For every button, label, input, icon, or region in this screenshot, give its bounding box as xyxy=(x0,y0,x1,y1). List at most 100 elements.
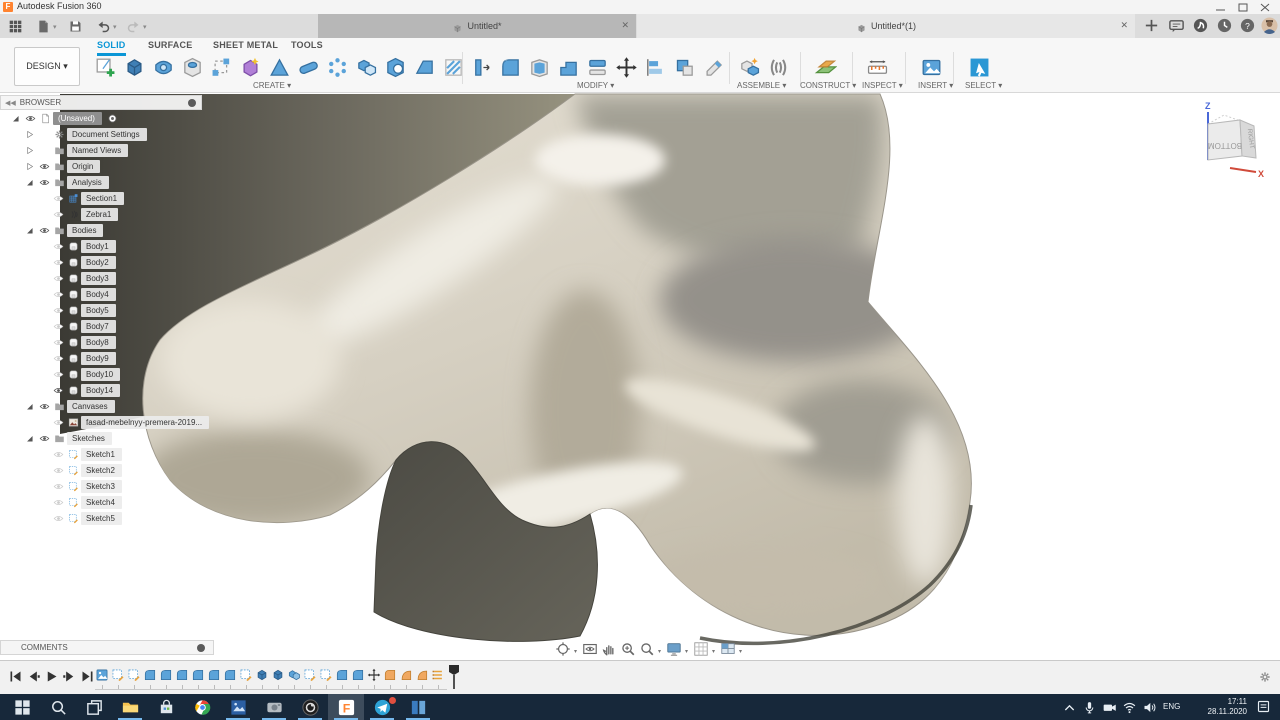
visibility-eye-icon-off[interactable] xyxy=(51,464,66,477)
job-status-icon[interactable] xyxy=(1216,17,1233,34)
shell-tool[interactable] xyxy=(526,54,553,81)
tree-expanded-arrow-icon[interactable] xyxy=(8,112,23,125)
timeline-settings-gear-icon[interactable] xyxy=(1258,670,1272,684)
visibility-eye-icon-off[interactable] xyxy=(51,480,66,493)
physical-material-tool[interactable] xyxy=(671,54,698,81)
layout-grid-caret[interactable]: ▾ xyxy=(712,648,715,655)
visibility-eye-icon-off[interactable] xyxy=(51,304,66,317)
measure-tool[interactable] xyxy=(864,54,891,81)
tree-item-bodies[interactable]: Bodies xyxy=(0,222,208,238)
timeline-feature-fillet[interactable] xyxy=(351,668,365,682)
timeline-feature-sketch[interactable] xyxy=(127,668,141,682)
tree-item-body7[interactable]: Body7 xyxy=(0,318,208,334)
visibility-eye-icon-off[interactable] xyxy=(51,336,66,349)
tree-item-body10[interactable]: Body10 xyxy=(0,366,208,382)
group-label-select[interactable]: SELECT ▾ xyxy=(965,81,1002,90)
timeline-feature-sketch[interactable] xyxy=(111,668,125,682)
tree-item-sketches[interactable]: Sketches xyxy=(0,430,208,446)
app-grid-icon[interactable] xyxy=(8,19,23,34)
ribbon-tab-sheetmetal[interactable]: SHEET METAL xyxy=(213,40,278,52)
timeline-feature-fillet[interactable] xyxy=(335,668,349,682)
workspace-switcher[interactable]: DESIGN ▾ xyxy=(14,47,80,86)
close-button[interactable] xyxy=(1258,3,1272,12)
tree-collapsed-arrow-icon[interactable] xyxy=(22,128,37,141)
combine-step-tool[interactable] xyxy=(555,54,582,81)
viewcube[interactable]: Z X BOTTOM RIGHT xyxy=(1182,98,1266,182)
tree-expanded-arrow-icon[interactable] xyxy=(22,176,37,189)
group-label-construct[interactable]: CONSTRUCT ▾ xyxy=(800,81,856,90)
pipe-tool[interactable] xyxy=(295,54,322,81)
language-indicator[interactable]: ENG xyxy=(1163,702,1180,711)
tree-expanded-arrow-icon[interactable] xyxy=(22,400,37,413)
tree-item-origin[interactable]: Origin xyxy=(0,158,208,174)
zoom-icon[interactable] xyxy=(620,641,636,657)
tree-item-sketch4[interactable]: Sketch4 xyxy=(0,494,208,510)
timeline-feature-fillet[interactable] xyxy=(175,668,189,682)
visibility-eye-icon-off[interactable] xyxy=(51,320,66,333)
collapse-panel-icon[interactable]: ◀◀ xyxy=(5,99,16,107)
tree-collapsed-arrow-icon[interactable] xyxy=(22,144,37,157)
new-tab-icon[interactable] xyxy=(1143,17,1160,34)
window-zoom-caret[interactable]: ▾ xyxy=(658,648,661,655)
task-view-taskbar-icon[interactable] xyxy=(76,694,112,720)
redo-caret[interactable]: ▾ xyxy=(143,23,147,31)
step-forward-icon[interactable] xyxy=(62,669,77,684)
tree-item-sketch2[interactable]: Sketch2 xyxy=(0,462,208,478)
pan-icon[interactable] xyxy=(601,641,617,657)
timeline-feature-sketch[interactable] xyxy=(239,668,253,682)
new-component-tool[interactable] xyxy=(736,54,763,81)
comments-panel-header[interactable]: COMMENTS xyxy=(0,640,214,655)
align-tool[interactable] xyxy=(642,54,669,81)
tab-1-close-icon[interactable]: ✕ xyxy=(621,20,629,31)
press-pull-tool[interactable] xyxy=(468,54,495,81)
tree-item-named-views[interactable]: Named Views xyxy=(0,142,208,158)
joint-tool[interactable] xyxy=(765,54,792,81)
visibility-eye-icon-off[interactable] xyxy=(51,448,66,461)
visibility-eye-icon-off[interactable] xyxy=(51,272,66,285)
file-explorer-taskbar-icon[interactable] xyxy=(112,694,148,720)
store-taskbar-icon[interactable] xyxy=(148,694,184,720)
timeline-feature-fillet[interactable] xyxy=(191,668,205,682)
tree-item-sketch3[interactable]: Sketch3 xyxy=(0,478,208,494)
go-end-icon[interactable] xyxy=(80,669,95,684)
tree-collapsed-arrow-icon[interactable] xyxy=(22,160,37,173)
timeline-marker[interactable] xyxy=(448,664,460,690)
timeline-feature-extrude[interactable] xyxy=(271,668,285,682)
tree-item-sketch5[interactable]: Sketch5 xyxy=(0,510,208,526)
fillet-tool[interactable] xyxy=(497,54,524,81)
search-taskbar-icon[interactable] xyxy=(40,694,76,720)
telegram-taskbar-icon[interactable] xyxy=(364,694,400,720)
timeline-feature-extrude[interactable] xyxy=(255,668,269,682)
visibility-eye-icon-off[interactable] xyxy=(51,192,66,205)
delete-tool[interactable] xyxy=(700,54,727,81)
volume-tray-icon[interactable] xyxy=(1142,700,1157,715)
group-label-assemble[interactable]: ASSEMBLE ▾ xyxy=(737,81,786,90)
timeline-feature-list-suppressed[interactable] xyxy=(431,668,445,682)
offset-face-tool[interactable] xyxy=(584,54,611,81)
tree-item-canvases[interactable]: Canvases xyxy=(0,398,208,414)
extensions-icon[interactable] xyxy=(1192,17,1209,34)
look-at-icon[interactable] xyxy=(582,641,598,657)
document-tab-2-active[interactable]: Untitled*(1) ✕ xyxy=(637,14,1135,38)
tree-item-body1[interactable]: Body1 xyxy=(0,238,208,254)
rectangular-pattern-tool[interactable] xyxy=(208,54,235,81)
chevron-up-tray-icon[interactable] xyxy=(1062,700,1077,715)
timeline-feature-sketch[interactable] xyxy=(319,668,333,682)
tree-item-body2[interactable]: Body2 xyxy=(0,254,208,270)
visibility-eye-icon-on[interactable] xyxy=(37,400,52,413)
action-center-icon[interactable] xyxy=(1256,699,1271,714)
select-tool[interactable] xyxy=(966,54,993,81)
redo-icon[interactable] xyxy=(126,19,141,34)
chamfer-block-tool[interactable] xyxy=(411,54,438,81)
panel-options-icon[interactable] xyxy=(197,643,205,652)
timeline-feature-combine[interactable] xyxy=(287,668,301,682)
tree-item-body3[interactable]: Body3 xyxy=(0,270,208,286)
tree-item-body8[interactable]: Body8 xyxy=(0,334,208,350)
chrome-taskbar-icon[interactable] xyxy=(184,694,220,720)
play-icon[interactable] xyxy=(44,669,59,684)
tree-item--unsaved-[interactable]: (Unsaved) xyxy=(0,110,208,126)
insert-image-tool[interactable] xyxy=(918,54,945,81)
utility-app-taskbar-icon[interactable] xyxy=(256,694,292,720)
fusion-360-taskbar-icon[interactable]: F xyxy=(328,694,364,720)
combine-bodies-tool[interactable] xyxy=(353,54,380,81)
